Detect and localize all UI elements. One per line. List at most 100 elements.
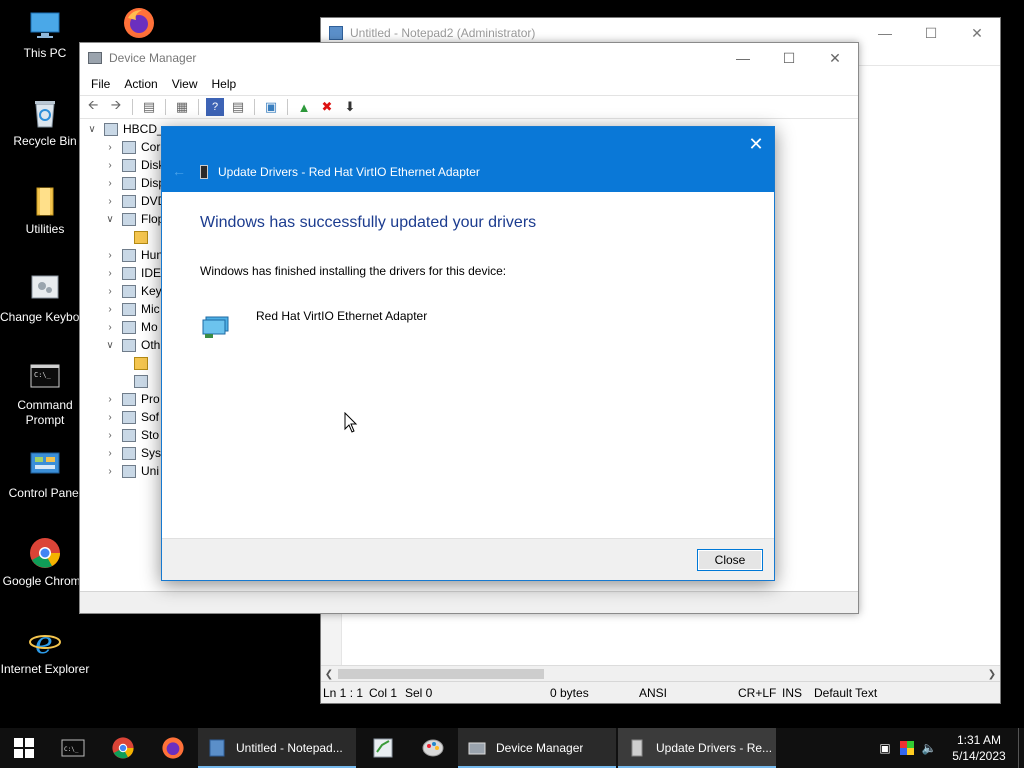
desktop-icon-label: Internet Explorer — [0, 662, 90, 676]
expand-chevron-icon[interactable]: › — [104, 178, 116, 189]
tree-subitem[interactable] — [128, 372, 153, 390]
taskbar-pinned-paint[interactable] — [408, 728, 458, 768]
collapse-chevron-icon[interactable]: ∨ — [86, 124, 98, 135]
update-drivers-dialog[interactable]: ✕ ← Update Drivers - Red Hat VirtIO Ethe… — [161, 126, 775, 581]
desktop-icon-label: Control Panel — [8, 486, 82, 500]
expand-chevron-icon[interactable]: › — [104, 196, 116, 207]
collapse-chevron-icon[interactable]: ∨ — [104, 214, 116, 225]
scroll-right-icon[interactable]: ❯ — [984, 666, 1000, 682]
tree-item[interactable]: › Disp — [104, 174, 165, 192]
device-category-icon — [122, 338, 136, 352]
desktop-icon-control-panel[interactable]: Control Panel — [0, 448, 90, 501]
taskbar-task-device-manager[interactable]: Device Manager — [458, 728, 616, 768]
taskbar-task-update-drivers[interactable]: Update Drivers - Re... — [618, 728, 776, 768]
menu-file[interactable]: File — [84, 77, 117, 91]
toolbar-separator — [198, 99, 199, 115]
show-hide-tree-icon[interactable]: ▤ — [140, 98, 158, 116]
clock-date: 5/14/2023 — [952, 749, 1006, 763]
notepad-horizontal-scrollbar[interactable]: ❮ ❯ — [321, 665, 1000, 681]
help-icon[interactable]: ? — [206, 98, 224, 116]
tree-item[interactable]: › Syst — [104, 444, 164, 462]
expand-chevron-icon[interactable]: › — [104, 142, 116, 153]
taskbar-pinned-chrome[interactable] — [98, 728, 148, 768]
device-category-icon — [122, 212, 136, 226]
expand-chevron-icon[interactable]: › — [104, 394, 116, 405]
menu-view[interactable]: View — [165, 77, 205, 91]
tree-item[interactable]: › DVD — [104, 192, 166, 210]
taskbar-pinned-firefox[interactable] — [148, 728, 198, 768]
collapse-chevron-icon[interactable]: ∨ — [104, 340, 116, 351]
color-palette-icon[interactable] — [896, 728, 918, 768]
show-desktop-button[interactable] — [1018, 728, 1024, 768]
uninstall-icon[interactable]: ✖ — [318, 98, 336, 116]
volume-muted-icon[interactable]: 🔈 — [918, 728, 940, 768]
expand-chevron-icon[interactable]: › — [104, 286, 116, 297]
desktop-icon-this-pc[interactable]: This PC — [0, 8, 90, 61]
menu-help[interactable]: Help — [205, 77, 244, 91]
tree-item[interactable]: › Uni — [104, 462, 159, 480]
tree-root[interactable]: ∨ HBCD_ — [86, 120, 163, 138]
tree-item[interactable]: › Sto — [104, 426, 159, 444]
device-manager-toolbar: 🡨 🡪 ▤ ▦ ? ▤ ▣ ▲ ✖ ⬇ — [80, 95, 858, 119]
tree-item[interactable]: › Sof — [104, 408, 159, 426]
tree-item[interactable]: › Mo — [104, 318, 157, 336]
back-arrow-icon[interactable]: 🡨 — [84, 97, 102, 116]
maximize-icon[interactable]: ☐ — [766, 43, 812, 73]
device-category-icon — [122, 194, 136, 208]
expand-chevron-icon[interactable]: › — [104, 160, 116, 171]
scroll-thumb[interactable] — [338, 669, 544, 679]
taskbar-pinned-terminal[interactable]: C:\_ — [48, 728, 98, 768]
scan-hardware-icon[interactable]: ▣ — [262, 98, 280, 116]
forward-arrow-icon[interactable]: 🡪 — [107, 97, 125, 116]
desktop-icon-command-prompt[interactable]: C:\_ Command Prompt — [0, 360, 90, 428]
desktop-icon-google-chrome[interactable]: Google Chrome — [0, 536, 90, 589]
scroll-left-icon[interactable]: ❮ — [321, 666, 337, 682]
close-icon[interactable]: ✕ — [744, 132, 768, 156]
tree-item[interactable]: › Pro — [104, 390, 159, 408]
tree-item[interactable]: › Mic — [104, 300, 159, 318]
tree-item[interactable]: › Cor — [104, 138, 160, 156]
desktop-icon-label: Google Chrome — [2, 574, 88, 588]
minimize-icon[interactable]: — — [862, 18, 908, 48]
menu-action[interactable]: Action — [117, 77, 164, 91]
taskbar-clock[interactable]: 1:31 AM 5/14/2023 — [940, 732, 1018, 764]
close-icon[interactable]: ✕ — [954, 18, 1000, 48]
taskbar-pinned-editor[interactable] — [358, 728, 408, 768]
expand-chevron-icon[interactable]: › — [104, 412, 116, 423]
tree-subitem[interactable] — [128, 354, 153, 372]
desktop-icon-change-keyboard[interactable]: Change Keyboard Layout — [0, 272, 90, 325]
close-icon[interactable]: ✕ — [812, 43, 858, 73]
tree-item-label: Cor — [141, 140, 161, 154]
minimize-icon[interactable]: — — [720, 43, 766, 73]
desktop-icon-recycle-bin[interactable]: Recycle Bin — [0, 96, 90, 149]
tree-item[interactable]: › Key — [104, 282, 161, 300]
tree-item[interactable]: ∨ Flop — [104, 210, 164, 228]
download-icon[interactable]: ⬇ — [341, 98, 359, 116]
network-icon[interactable]: ▣ — [874, 728, 896, 768]
desktop-icon-firefox[interactable] — [94, 6, 184, 44]
view-icon[interactable]: ▤ — [229, 98, 247, 116]
maximize-icon[interactable]: ☐ — [908, 18, 954, 48]
expand-chevron-icon[interactable]: › — [104, 304, 116, 315]
expand-chevron-icon[interactable]: › — [104, 430, 116, 441]
desktop-icon-utilities[interactable]: Utilities — [0, 184, 90, 237]
update-driver-icon[interactable]: ▲ — [295, 98, 313, 116]
tree-item[interactable]: › Disk — [104, 156, 164, 174]
back-arrow-icon[interactable]: ← — [172, 163, 186, 179]
tree-item[interactable]: › Hun — [104, 246, 163, 264]
expand-chevron-icon[interactable]: › — [104, 322, 116, 333]
tree-item[interactable]: › IDE — [104, 264, 161, 282]
taskbar-task-notepad[interactable]: Untitled - Notepad... — [198, 728, 356, 768]
tree-item-label: Sof — [141, 410, 160, 424]
tree-subitem[interactable] — [128, 228, 153, 246]
tree-item[interactable]: ∨ Oth — [104, 336, 160, 354]
start-button[interactable] — [0, 728, 48, 768]
windows-logo-icon — [14, 738, 34, 758]
expand-chevron-icon[interactable]: › — [104, 448, 116, 459]
desktop-icon-internet-explorer[interactable]: e Internet Explorer — [0, 624, 90, 677]
expand-chevron-icon[interactable]: › — [104, 466, 116, 477]
expand-chevron-icon[interactable]: › — [104, 250, 116, 261]
expand-chevron-icon[interactable]: › — [104, 268, 116, 279]
properties-icon[interactable]: ▦ — [173, 98, 191, 116]
close-button[interactable]: Close — [697, 549, 763, 571]
